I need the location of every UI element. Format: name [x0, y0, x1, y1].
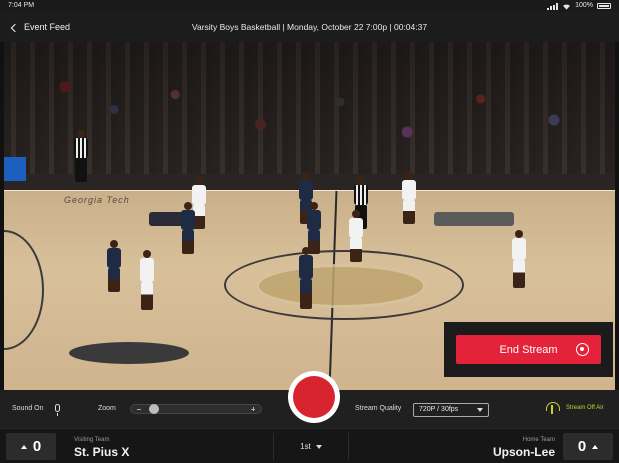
caret-down-icon — [477, 408, 483, 412]
status-time: 7:04 PM — [8, 2, 35, 9]
end-stream-panel: End Stream — [444, 322, 613, 377]
player — [512, 230, 526, 288]
stream-quality-label: Stream Quality — [355, 405, 402, 412]
broadcast-antenna-icon — [543, 401, 561, 415]
player — [181, 202, 195, 254]
scoreboard-sign — [4, 157, 26, 181]
zoom-slider[interactable] — [130, 404, 262, 414]
court-center-logo — [256, 264, 426, 308]
event-title: Varsity Boys Basketball | Monday, Octobe… — [191, 22, 428, 32]
battery-percent: 100% — [575, 2, 593, 9]
battery-icon — [597, 3, 611, 9]
plus-icon — [251, 407, 255, 411]
back-label: Event Feed — [24, 22, 71, 32]
chevron-left-icon — [10, 23, 20, 32]
stream-status-text: Stream Off Air — [566, 405, 604, 411]
record-button[interactable] — [288, 371, 340, 423]
minus-icon — [137, 409, 141, 410]
navigation-bar: Varsity Boys Basketball | Monday, Octobe… — [0, 12, 619, 42]
stream-screen: 7:04 PM 100% Varsity Boys Basketball | M… — [0, 0, 619, 463]
back-button[interactable]: Event Feed — [10, 12, 71, 42]
arrow-up-icon — [20, 444, 27, 449]
end-stream-label: End Stream — [499, 343, 558, 356]
home-score: 0 — [577, 438, 587, 455]
player — [402, 172, 416, 224]
stream-quality-value: 720P / 30fps — [419, 406, 459, 413]
three-point-arc — [4, 230, 44, 350]
crowd-shade — [4, 42, 615, 192]
court-wordmark: Georgia Tech — [64, 195, 130, 205]
visiting-score-button[interactable]: 0 — [6, 433, 56, 460]
player — [299, 247, 313, 309]
player — [140, 250, 154, 310]
home-score-button[interactable]: 0 — [563, 433, 613, 460]
video-preview[interactable]: Georgia Tech End Stream — [4, 42, 615, 390]
zoom-label: Zoom — [98, 405, 116, 412]
referee — [74, 130, 88, 182]
visiting-team-caption: Visiting Team — [74, 437, 110, 443]
sound-label: Sound On — [12, 405, 44, 412]
player — [107, 240, 121, 292]
signal-icon — [547, 2, 559, 10]
court-decal — [434, 212, 514, 226]
visiting-score: 0 — [32, 438, 42, 455]
status-bar: 7:04 PM 100% — [0, 0, 619, 12]
period-select[interactable]: 1st — [273, 433, 349, 460]
wifi-icon — [563, 3, 571, 10]
stream-quality-select[interactable]: 720P / 30fps — [413, 403, 489, 417]
score-bar: 0 Visiting Team St. Pius X 1st Home Team… — [0, 428, 619, 463]
stream-status: Stream Off Air — [543, 401, 604, 415]
period-value: 1st — [300, 442, 311, 451]
microphone-icon[interactable] — [55, 404, 60, 416]
player — [349, 210, 363, 262]
home-team-name: Upson-Lee — [492, 445, 555, 459]
visiting-team-name: St. Pius X — [74, 445, 130, 459]
zoom-slider-thumb[interactable] — [148, 404, 159, 414]
end-stream-button[interactable]: End Stream — [456, 335, 601, 364]
home-team-caption: Home Team — [522, 437, 555, 443]
court-decal — [69, 342, 189, 364]
record-icon — [576, 343, 589, 356]
arrow-up-icon — [592, 444, 599, 449]
caret-down-icon — [315, 444, 322, 449]
status-icons: 100% — [547, 0, 611, 12]
